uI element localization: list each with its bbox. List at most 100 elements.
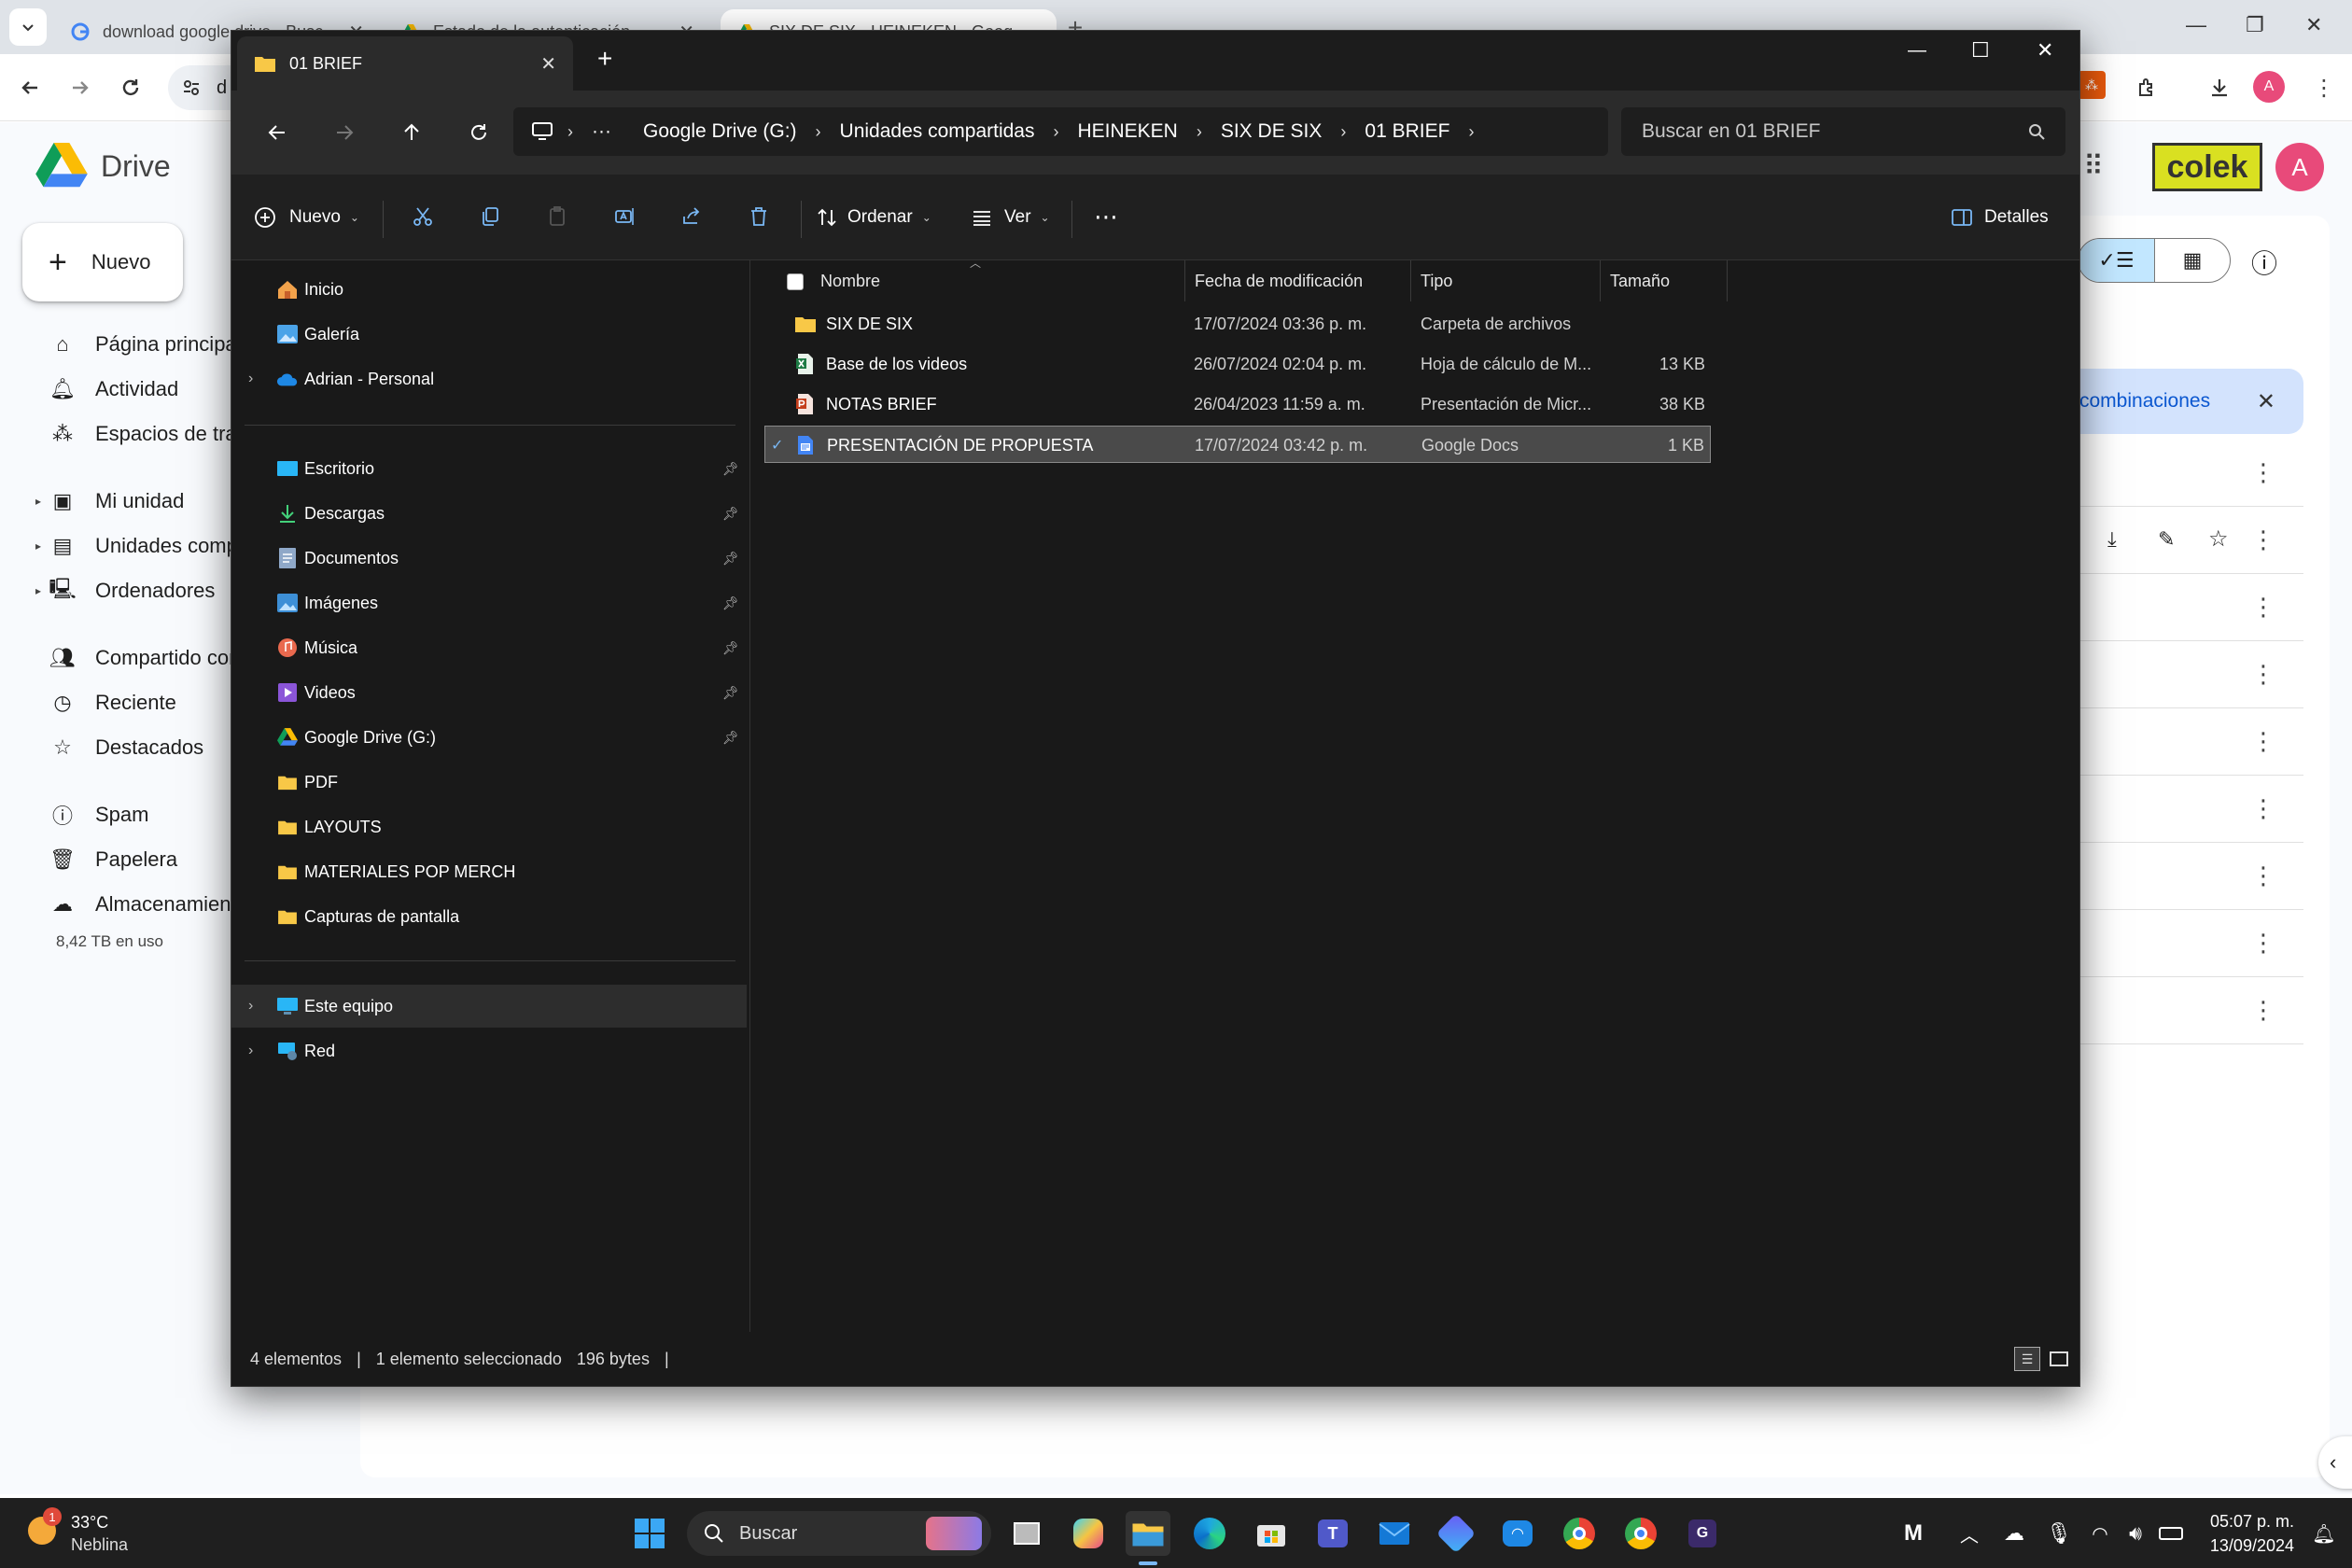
extension-icon[interactable]: ⁂ bbox=[2078, 71, 2106, 99]
star-icon[interactable]: ☆ bbox=[2208, 525, 2229, 553]
paste-button[interactable] bbox=[536, 195, 579, 238]
download-icon[interactable] bbox=[2201, 69, 2238, 106]
monitor-icon[interactable] bbox=[513, 122, 567, 141]
refresh-button[interactable] bbox=[457, 111, 500, 154]
nav-computers[interactable]: ▸ 🖳 Ordenadores bbox=[35, 572, 215, 609]
microphone-icon[interactable]: 🎙︎ bbox=[2037, 1511, 2081, 1556]
rename-button[interactable] bbox=[603, 195, 646, 238]
drive-logo[interactable]: Drive bbox=[35, 143, 171, 189]
column-header-date[interactable]: Fecha de modificación bbox=[1184, 260, 1411, 301]
more-icon[interactable]: ⋮ bbox=[2251, 662, 2275, 686]
nav-folder-pdf[interactable]: PDF bbox=[231, 761, 750, 804]
file-row[interactable]: SIX DE SIX 17/07/2024 03:36 p. m. Carpet… bbox=[764, 305, 1711, 343]
list-view-button[interactable]: ✓☰ bbox=[2079, 239, 2154, 282]
address-bar[interactable]: › ··· Google Drive (G:) › Unidades compa… bbox=[513, 107, 1608, 156]
column-header-size[interactable]: Tamaño bbox=[1601, 260, 1728, 301]
close-window-button[interactable]: ✕ bbox=[2305, 13, 2322, 37]
nav-my-drive[interactable]: ▸ ▣ Mi unidad bbox=[35, 483, 184, 520]
chrome-menu-icon[interactable]: ⋮ bbox=[2305, 69, 2343, 106]
maximize-button[interactable]: ☐ bbox=[1971, 38, 1990, 63]
minimize-button[interactable]: — bbox=[2186, 13, 2206, 37]
file-row[interactable]: Base de los videos 26/07/2024 02:04 p. m… bbox=[764, 345, 1711, 383]
reload-button[interactable] bbox=[112, 69, 149, 106]
sort-button[interactable]: Ordenar ⌄ bbox=[816, 195, 931, 240]
breadcrumb-item[interactable]: Google Drive (G:) bbox=[630, 120, 816, 143]
more-path-icon[interactable]: ··· bbox=[573, 120, 630, 143]
apps-grid-icon[interactable]: ⠿ bbox=[2083, 150, 2104, 183]
profile-avatar[interactable]: A bbox=[2253, 71, 2285, 103]
breadcrumb-item[interactable]: HEINEKEN bbox=[1058, 120, 1196, 143]
nav-gallery[interactable]: Galería bbox=[231, 313, 750, 356]
column-header-name[interactable]: Nombre ︿ bbox=[811, 257, 1184, 301]
expand-icon[interactable]: › bbox=[248, 1043, 253, 1059]
file-row[interactable]: ⋮ bbox=[2079, 440, 2303, 507]
messenger-icon[interactable]: ◠ bbox=[1495, 1511, 1540, 1556]
nav-pictures[interactable]: Imágenes 📌︎ bbox=[231, 581, 750, 624]
back-button[interactable] bbox=[11, 69, 49, 106]
view-button[interactable]: Ver ⌄ bbox=[971, 195, 1050, 240]
nav-downloads[interactable]: Descargas 📌︎ bbox=[231, 492, 750, 535]
copilot-icon[interactable] bbox=[1066, 1511, 1111, 1556]
breadcrumb-item[interactable]: SIX DE SIX bbox=[1202, 120, 1341, 143]
maximize-button[interactable]: ❐ bbox=[2246, 13, 2264, 37]
file-row-selected[interactable]: ✓ PRESENTACIÓN DE PROPUESTA 17/07/2024 0… bbox=[764, 426, 1711, 463]
more-icon[interactable]: ⋮ bbox=[2251, 527, 2275, 552]
onedrive-tray-icon[interactable]: ☁︎ bbox=[1992, 1511, 2037, 1556]
new-button[interactable]: + Nuevo bbox=[22, 223, 183, 301]
large-icons-view-button[interactable] bbox=[2046, 1347, 2072, 1371]
nav-starred[interactable]: ☆ Destacados bbox=[49, 729, 203, 766]
minimize-button[interactable]: — bbox=[1908, 40, 1926, 62]
details-button[interactable]: Detalles bbox=[1951, 195, 2049, 240]
pin-icon[interactable]: 📌︎ bbox=[722, 461, 739, 477]
explorer-tab[interactable]: 01 BRIEF ✕ bbox=[237, 36, 573, 91]
site-settings-icon[interactable] bbox=[181, 77, 202, 98]
file-row[interactable]: ⋮ bbox=[2079, 977, 2303, 1044]
mail-icon[interactable] bbox=[1372, 1511, 1417, 1556]
file-row[interactable]: ⋮ bbox=[2079, 910, 2303, 977]
nav-folder-capturas[interactable]: Capturas de pantalla bbox=[231, 895, 750, 938]
nav-folder-layouts[interactable]: LAYOUTS bbox=[231, 805, 750, 848]
tray-app-icon[interactable]: M bbox=[1891, 1511, 1936, 1556]
store-icon[interactable] bbox=[1249, 1511, 1294, 1556]
extensions-puzzle-icon[interactable] bbox=[2128, 69, 2165, 106]
file-row[interactable]: ⤓ ✎ ☆ ⋮ bbox=[2079, 507, 2303, 574]
column-header-type[interactable]: Tipo bbox=[1411, 260, 1601, 301]
more-options-button[interactable]: ⋯ bbox=[1085, 195, 1127, 238]
copy-button[interactable] bbox=[469, 195, 511, 238]
pin-icon[interactable]: 📌︎ bbox=[722, 551, 739, 567]
nav-onedrive-personal[interactable]: › Adrian - Personal bbox=[231, 357, 750, 400]
file-explorer-icon[interactable] bbox=[1126, 1511, 1170, 1565]
nav-google-drive[interactable]: Google Drive (G:) 📌︎ bbox=[231, 716, 750, 759]
file-row[interactable]: ⋮ bbox=[2079, 776, 2303, 843]
new-button[interactable]: Nuevo ⌄ bbox=[254, 195, 359, 240]
grid-view-button[interactable]: ▦ bbox=[2154, 239, 2230, 282]
breadcrumb-item[interactable]: Unidades compartidas bbox=[821, 120, 1054, 143]
expand-icon[interactable]: ▸ bbox=[35, 495, 41, 508]
nav-home[interactable]: Inicio bbox=[231, 268, 750, 311]
nav-network[interactable]: › Red bbox=[231, 1029, 750, 1072]
more-icon[interactable]: ⋮ bbox=[2251, 863, 2275, 888]
battery-icon[interactable] bbox=[2149, 1511, 2193, 1556]
weather-widget[interactable]: 1 33°C Neblina bbox=[22, 1507, 190, 1560]
more-icon[interactable]: ⋮ bbox=[2251, 460, 2275, 484]
close-tab-icon[interactable]: ✕ bbox=[540, 52, 556, 76]
nav-documents[interactable]: Documentos 📌︎ bbox=[231, 537, 750, 580]
start-button[interactable] bbox=[627, 1511, 672, 1556]
more-icon[interactable]: ⋮ bbox=[2251, 998, 2275, 1022]
info-icon[interactable]: ⓘ bbox=[2251, 244, 2277, 281]
more-icon[interactable]: ⋮ bbox=[2251, 729, 2275, 753]
close-window-button[interactable]: ✕ bbox=[2037, 38, 2053, 63]
file-row[interactable]: ⋮ bbox=[2079, 708, 2303, 776]
chevron-up-icon[interactable]: ︿ bbox=[1947, 1511, 1992, 1556]
clock[interactable]: 05:07 p. m. 13/09/2024 bbox=[2201, 1509, 2294, 1558]
nav-music[interactable]: Música 📌︎ bbox=[231, 626, 750, 669]
nav-this-pc[interactable]: › Este equipo bbox=[231, 985, 747, 1028]
nav-activity[interactable]: 🔔︎ Actividad bbox=[49, 371, 178, 408]
download-icon[interactable]: ⤓ bbox=[2107, 527, 2117, 552]
nav-folder-materiales[interactable]: MATERIALES POP MERCH bbox=[231, 850, 750, 893]
chrome-profile-icon-2[interactable] bbox=[1618, 1511, 1663, 1556]
file-row[interactable]: ⋮ bbox=[2079, 574, 2303, 641]
account-avatar[interactable]: A bbox=[2275, 143, 2324, 191]
expand-icon[interactable]: ▸ bbox=[35, 584, 41, 597]
search-box[interactable]: Buscar en 01 BRIEF bbox=[1621, 107, 2065, 156]
